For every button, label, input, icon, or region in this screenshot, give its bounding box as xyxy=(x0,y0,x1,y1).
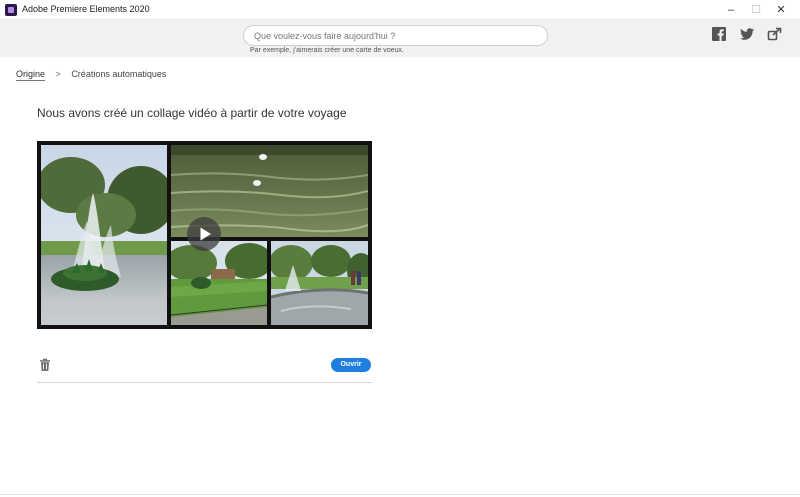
divider xyxy=(37,382,372,383)
search-input[interactable] xyxy=(243,25,548,46)
play-button[interactable] xyxy=(187,217,221,251)
close-button[interactable]: ✕ xyxy=(770,2,792,18)
top-bar: Par exemple, j'aimerais créer une carte … xyxy=(0,20,800,57)
share-icon[interactable] xyxy=(767,26,783,42)
open-button[interactable]: Ouvrir xyxy=(331,358,371,372)
twitter-icon[interactable] xyxy=(739,26,755,42)
breadcrumb-current: Créations automatiques xyxy=(71,69,167,79)
search-hint: Par exemple, j'aimerais créer une carte … xyxy=(250,47,404,54)
trash-icon[interactable] xyxy=(38,358,52,372)
breadcrumb: Origine > Créations automatiques xyxy=(16,69,167,81)
facebook-icon[interactable] xyxy=(711,26,727,42)
breadcrumb-separator: > xyxy=(55,69,61,79)
breadcrumb-home-link[interactable]: Origine xyxy=(16,69,46,81)
app-logo-icon xyxy=(5,4,17,16)
play-icon xyxy=(200,227,211,241)
fountain-tile xyxy=(41,145,167,325)
maximize-button[interactable]: ☐ xyxy=(745,2,767,18)
pool-tile xyxy=(271,241,368,325)
title-bar: Adobe Premiere Elements 2020 – ☐ ✕ xyxy=(0,0,800,20)
lawn-tile xyxy=(171,241,267,325)
page-title: Nous avons créé un collage vidéo à parti… xyxy=(37,106,347,120)
window-title: Adobe Premiere Elements 2020 xyxy=(22,4,150,14)
minimize-button[interactable]: – xyxy=(720,2,742,18)
bottom-divider xyxy=(0,494,800,495)
